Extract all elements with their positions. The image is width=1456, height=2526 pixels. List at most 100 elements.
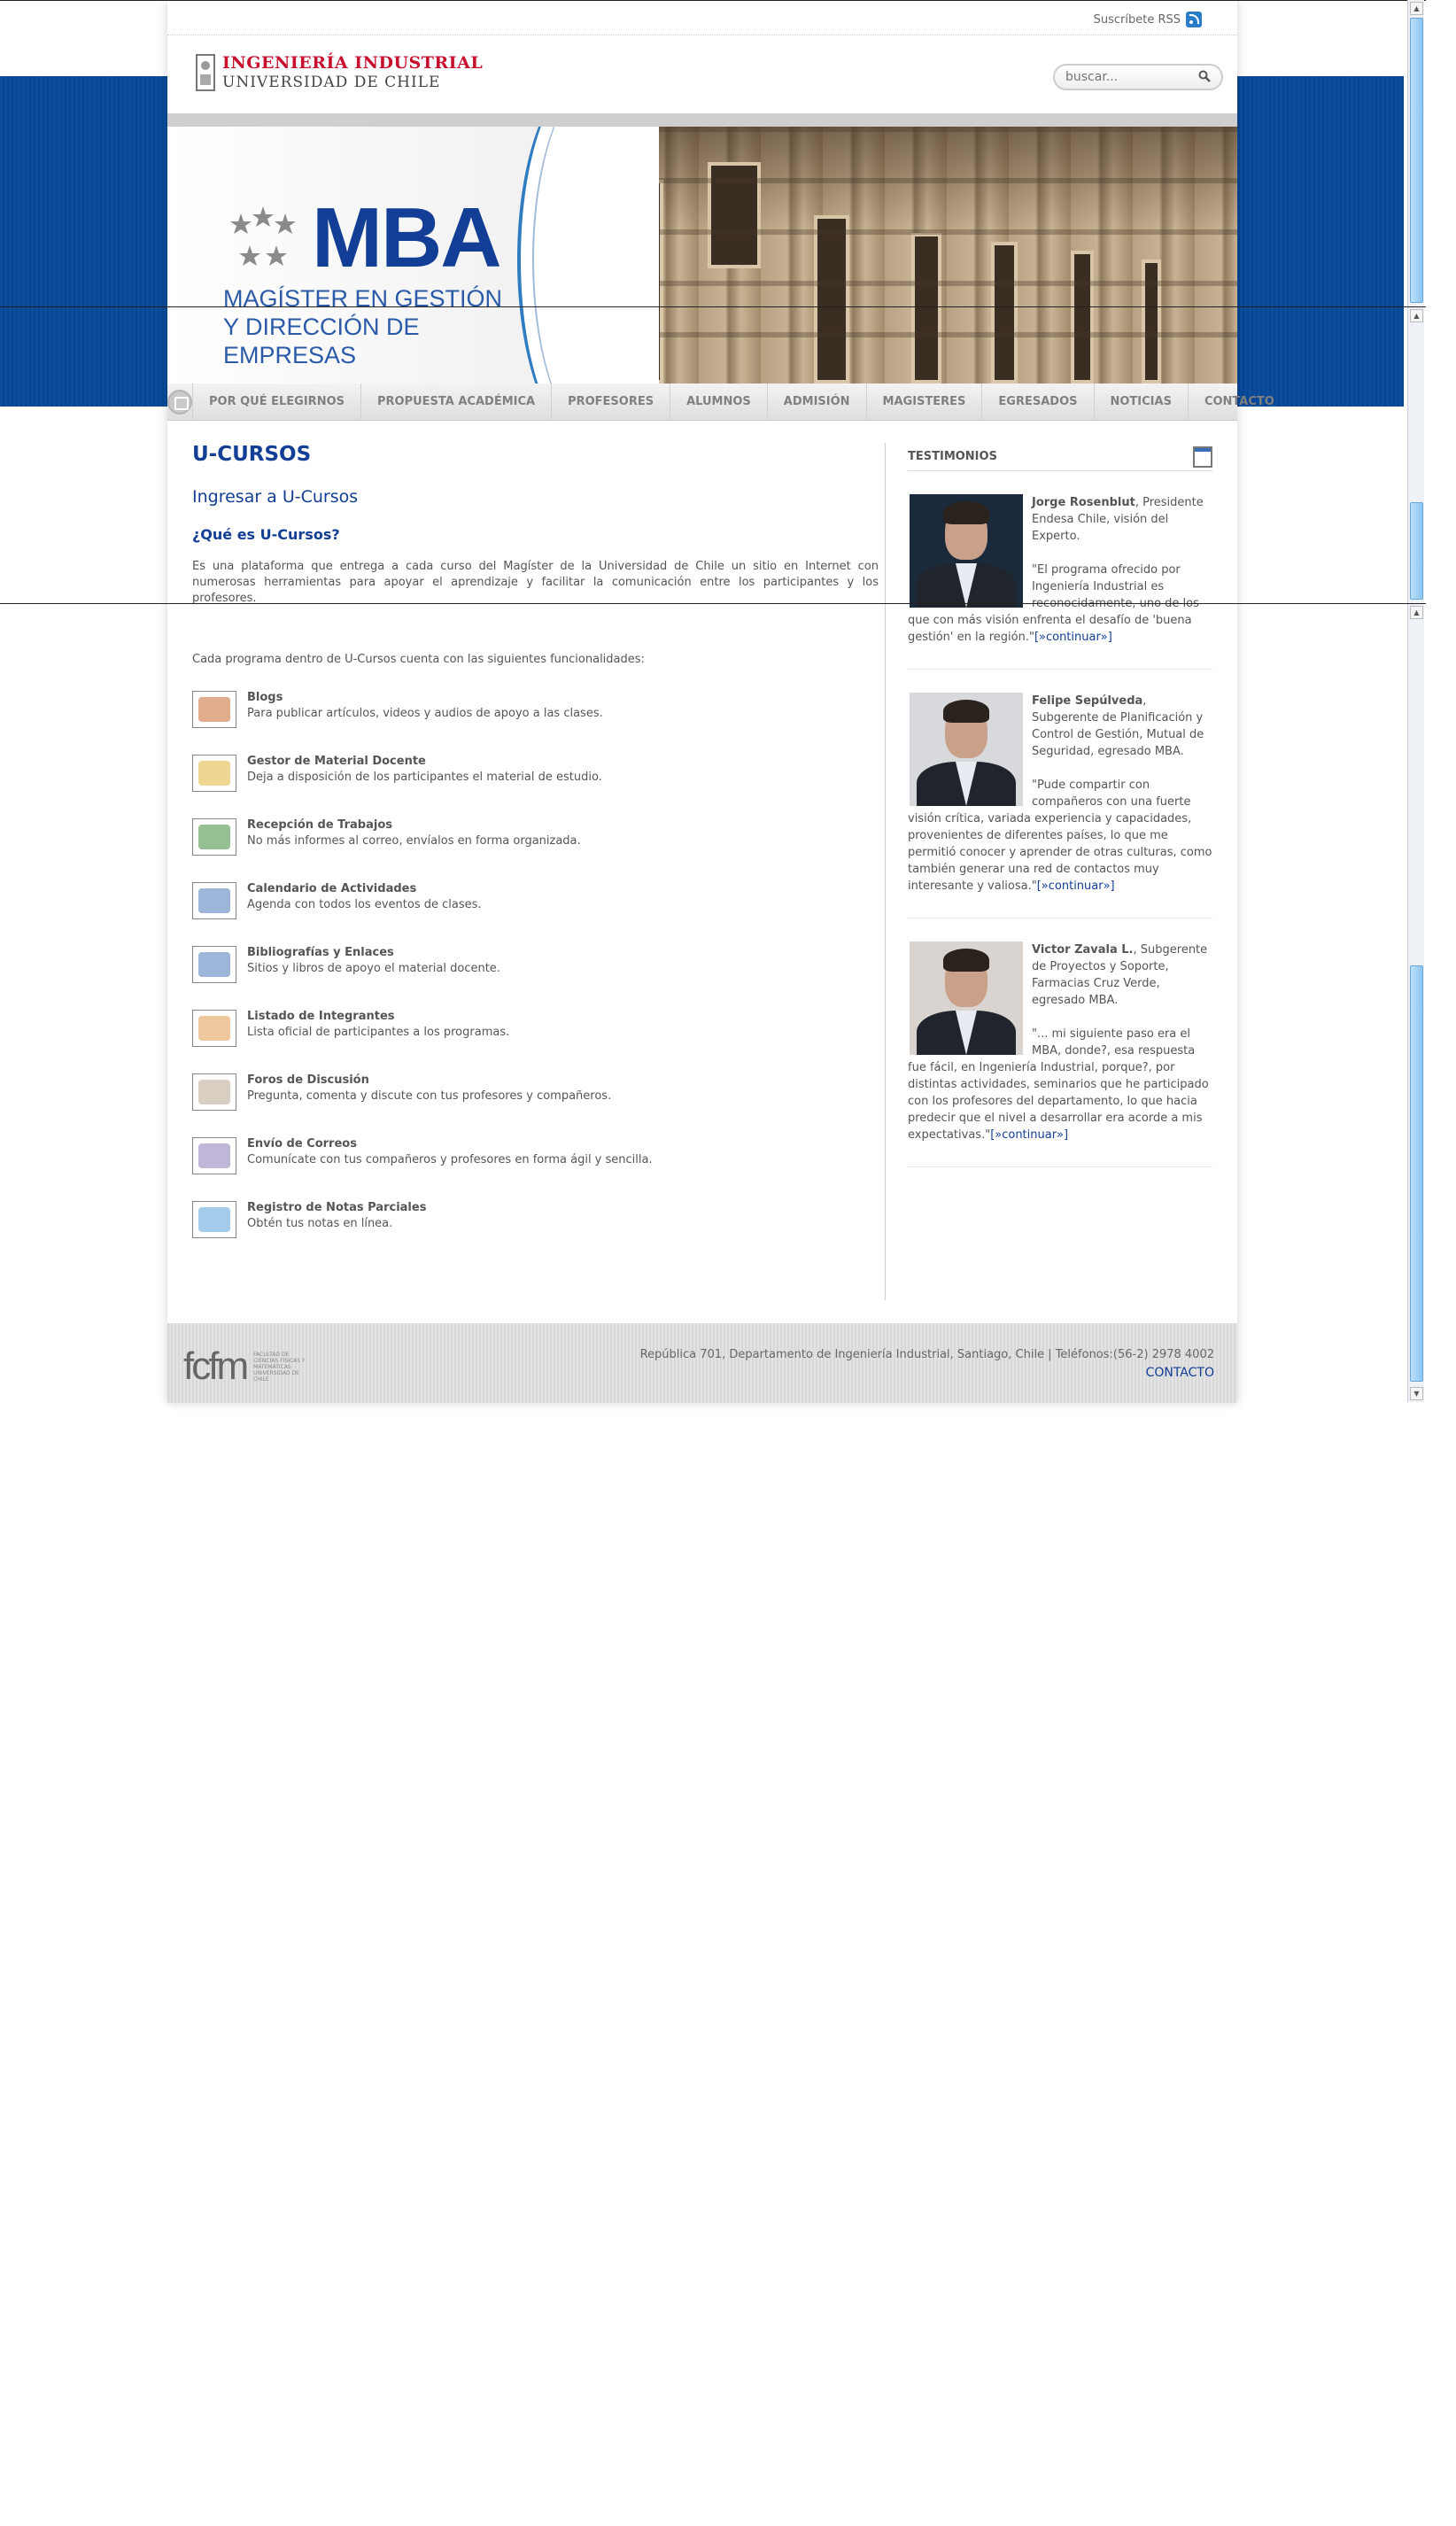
scroll-down-arrow[interactable]: ▼ (1410, 1387, 1423, 1400)
calendar-icon (192, 882, 236, 919)
feature-description: Lista oficial de participantes a los pro… (247, 1026, 510, 1039)
footer-address: República 701, Departamento de Ingenierí… (639, 1348, 1214, 1361)
university-logo[interactable]: INGENIERÍA INDUSTRIAL UNIVERSIDAD DE CHI… (194, 50, 483, 96)
testimonials-sidebar: TESTIMONIOS Jorge Rosenblut, Presidente … (908, 443, 1212, 1167)
testimonial: Victor Zavala L., Subgerente de Proyecto… (908, 918, 1212, 1167)
feature-item: Envío de Correos Comunícate con tus compa… (192, 1137, 879, 1174)
feature-item: Bibliografías y Enlaces Sitios y libros d… (192, 946, 879, 983)
feature-description: Obtén tus notas en línea. (247, 1217, 393, 1230)
feature-title: Registro de Notas Parciales (247, 1201, 427, 1214)
continue-link[interactable]: [»continuar»] (1034, 631, 1112, 644)
testimonial: Jorge Rosenblut, Presidente Endesa Chile… (908, 471, 1212, 670)
feature-description: Deja a disposición de los participantes … (247, 771, 602, 784)
scroll-up-arrow[interactable]: ▲ (1410, 606, 1423, 619)
mba-title: MBA (312, 190, 502, 285)
search-icon[interactable] (1198, 70, 1211, 82)
features-list: Blogs Para publicar artículos, videos y a… (192, 691, 879, 1238)
feature-description: Agenda con todos los eventos de clases. (247, 898, 482, 911)
feature-description: Pregunta, comenta y discute con tus prof… (247, 1089, 612, 1103)
nav-item-egresados[interactable]: EGRESADOS (982, 383, 1095, 421)
nav-item-contacto[interactable]: CONTACTO (1189, 384, 1290, 421)
ucursos-login-link[interactable]: Ingresar a U-Cursos (192, 487, 879, 507)
footer-contact-link[interactable]: CONTACTO (1146, 1366, 1214, 1380)
search-input[interactable] (1065, 70, 1189, 84)
footer: fcfm FACULTAD DE CIENCIAS FÍSICAS Y MATE… (167, 1323, 1237, 1403)
feature-title: Listado de Integrantes (247, 1010, 395, 1023)
logo-line-1: INGENIERÍA INDUSTRIAL (222, 53, 484, 73)
teacher-material-icon (192, 755, 236, 792)
testimonial-name: Jorge Rosenblut (1032, 496, 1135, 509)
main-navigation: POR QUÉ ELEGIRNOS PROPUESTA ACADÉMICA PR… (167, 383, 1274, 421)
testimonial-photo (910, 494, 1023, 608)
testimonial-name: Victor Zavala L. (1032, 943, 1134, 957)
feature-title: Gestor de Material Docente (247, 755, 426, 768)
assignment-icon (192, 818, 236, 856)
rss-icon[interactable] (1186, 12, 1202, 27)
testimonial: Felipe Sepúlveda, Subgerente de Planific… (908, 670, 1212, 918)
frame-line-1 (0, 306, 1426, 307)
nav-item-propuesta-academica[interactable]: PROPUESTA ACADÉMICA (361, 383, 553, 421)
feature-title: Envío de Correos (247, 1137, 357, 1151)
testimonial-name: Felipe Sepúlveda (1032, 694, 1143, 708)
nav-item-profesores[interactable]: PROFESORES (552, 383, 671, 421)
blog-icon (192, 691, 236, 728)
rss-link[interactable]: Suscríbete RSS (1094, 12, 1202, 27)
feature-item: Listado de Integrantes Lista oficial de p… (192, 1010, 879, 1047)
scrollbar-thumb[interactable] (1410, 18, 1423, 303)
forum-icon (192, 1073, 236, 1111)
members-icon (192, 1010, 236, 1047)
feature-item: Gestor de Material Docente Deja a disposi… (192, 755, 879, 792)
nav-item-admision[interactable]: ADMISIÓN (768, 383, 867, 421)
window-icon[interactable] (1193, 446, 1212, 468)
scrollbar-thumb[interactable] (1410, 965, 1423, 1382)
nav-item-magisteres[interactable]: MAGISTERES (867, 383, 983, 421)
logo-line-2: UNIVERSIDAD DE CHILE (222, 74, 441, 91)
scrollbar-3[interactable]: ▲ ▼ (1407, 604, 1424, 1402)
grades-icon (192, 1201, 236, 1238)
building-photo (575, 127, 1237, 384)
features-intro: Cada programa dentro de U-Cursos cuenta … (192, 653, 645, 666)
scroll-up-arrow[interactable]: ▲ (1410, 2, 1423, 15)
fcfm-subtitle: FACULTAD DE CIENCIAS FÍSICAS Y MATEMÁTIC… (253, 1351, 306, 1383)
scrollbar-1[interactable]: ▲ (1407, 0, 1424, 306)
hero-banner: MBA MAGÍSTER EN GESTIÓN Y DIRECCIÓN DE E… (167, 127, 1237, 384)
mba-subtitle: MAGÍSTER EN GESTIÓN Y DIRECCIÓN DE EMPRE… (223, 285, 503, 368)
nav-home[interactable] (167, 383, 193, 421)
rss-label[interactable]: Suscríbete RSS (1094, 13, 1181, 27)
feature-title: Calendario de Actividades (247, 882, 417, 895)
feature-description: Para publicar artículos, videos y audios… (247, 707, 603, 720)
links-icon (192, 946, 236, 983)
top-bar: Suscríbete RSS (167, 0, 1237, 35)
frame-line-top (0, 0, 1426, 1)
scrollbar-thumb[interactable] (1410, 502, 1423, 600)
intro-paragraph: Es una plataforma que entrega a cada cur… (192, 560, 879, 605)
feature-item: Calendario de Actividades Agenda con todo… (192, 882, 879, 919)
fcfm-wordmark: fcfm (183, 1344, 249, 1388)
stars-icon (230, 206, 296, 266)
fcfm-logo[interactable]: fcfm FACULTAD DE CIENCIAS FÍSICAS Y MATE… (183, 1344, 315, 1389)
home-icon[interactable] (167, 389, 192, 415)
feature-item: Registro de Notas Parciales Obtén tus not… (192, 1201, 879, 1238)
feature-title: Recepción de Trabajos (247, 818, 393, 832)
feature-description: Comunícate con tus compañeros y profesor… (247, 1153, 653, 1166)
page-container: Suscríbete RSS INGENIERÍA INDUSTRIAL UNI… (167, 0, 1274, 1403)
header-divider (167, 113, 1237, 127)
feature-title: Bibliografías y Enlaces (247, 946, 394, 959)
nav-item-noticias[interactable]: NOTICIAS (1095, 383, 1189, 421)
feature-item: Recepción de Trabajos No más informes al … (192, 818, 879, 856)
nav-item-por-que-elegirnos[interactable]: POR QUÉ ELEGIRNOS (193, 383, 361, 421)
sidebar-title: TESTIMONIOS (908, 450, 997, 463)
feature-title: Foros de Discusión (247, 1073, 369, 1087)
nav-item-alumnos[interactable]: ALUMNOS (670, 383, 768, 421)
search-box[interactable] (1053, 64, 1223, 90)
section-heading: ¿Qué es U-Cursos? (192, 526, 340, 543)
feature-item: Foros de Discusión Pregunta, comenta y di… (192, 1073, 879, 1111)
column-divider (885, 443, 886, 1300)
scrollbar-2[interactable]: ▲ (1407, 307, 1424, 603)
scroll-up-arrow[interactable]: ▲ (1410, 309, 1423, 322)
feature-description: Sitios y libros de apoyo el material doc… (247, 962, 500, 975)
continue-link[interactable]: [»continuar»] (990, 1128, 1068, 1142)
university-seal-icon (196, 54, 215, 91)
continue-link[interactable]: [»continuar»] (1037, 879, 1115, 893)
feature-title: Blogs (247, 691, 283, 704)
